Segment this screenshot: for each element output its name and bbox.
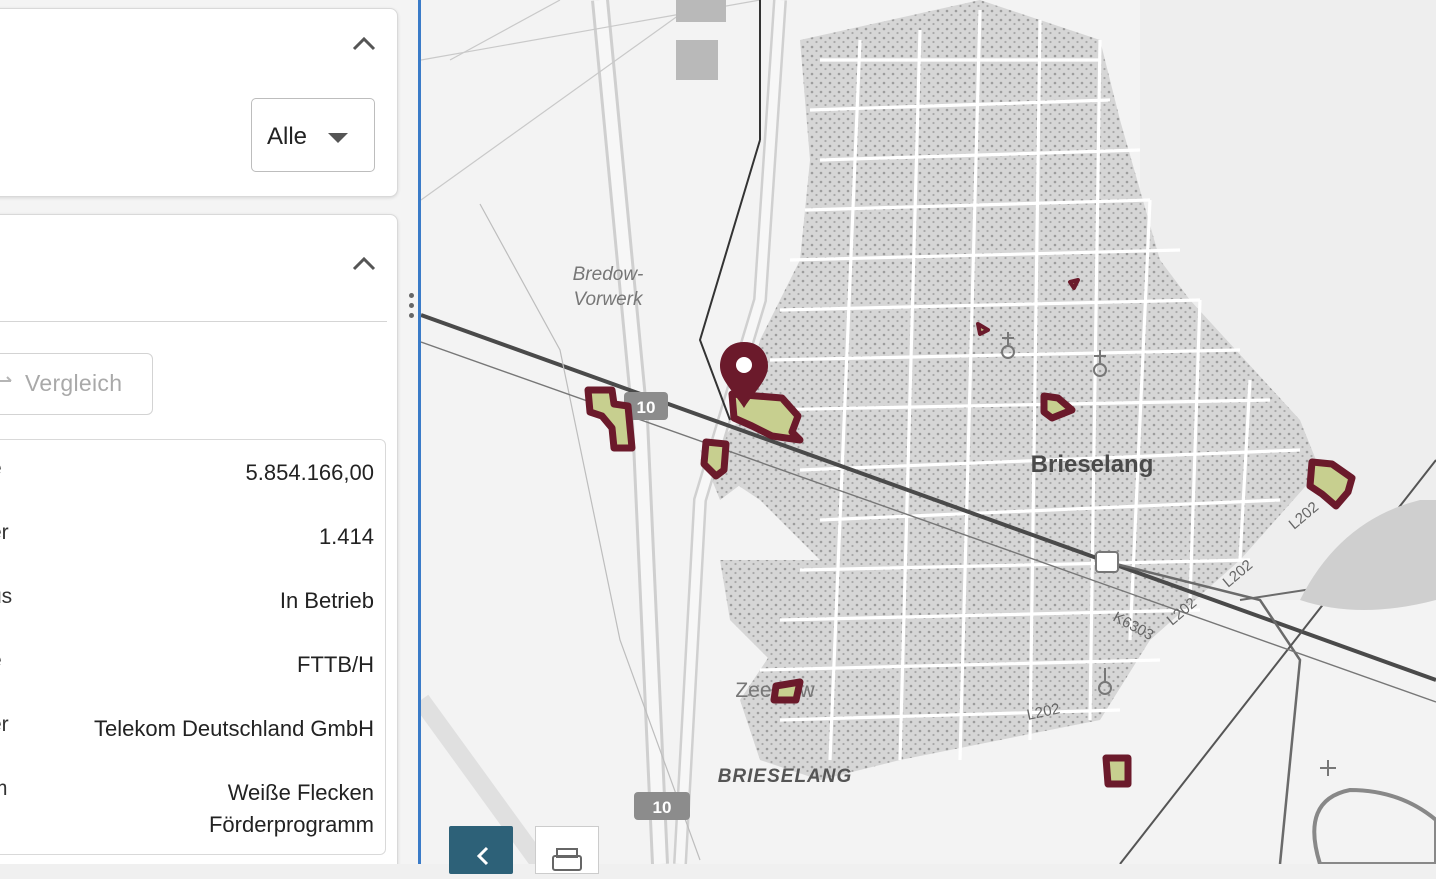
row-value: Weiße Flecken [227, 780, 374, 805]
place-label-vorwerk: Vorwerk [574, 289, 644, 310]
row-key: er [0, 521, 9, 544]
row-key: m [0, 777, 8, 801]
chevron-up-icon[interactable] [349, 249, 379, 279]
row-value: In Betrieb [279, 588, 374, 613]
collapse-panel-button[interactable] [449, 826, 513, 874]
svg-text:10: 10 [637, 398, 656, 417]
row-key: e [0, 649, 2, 673]
row-value: FTTB/H [297, 652, 374, 677]
funding-area[interactable] [1068, 278, 1080, 290]
table-row: us In Betrieb [0, 585, 382, 625]
funding-area[interactable] [1102, 754, 1132, 788]
row-key: us [0, 585, 13, 608]
details-table: e 5.854.166,00 er 1.414 us In Betrieb e … [0, 439, 386, 855]
divider [0, 321, 387, 322]
place-label-brieselang: Brieselang [1031, 451, 1154, 478]
funding-area[interactable] [770, 678, 804, 704]
building [676, 0, 726, 22]
chevron-up-icon[interactable] [349, 29, 379, 59]
table-row: er Telekom Deutschland GmbH [0, 713, 382, 753]
row-key: e [0, 457, 2, 481]
table-row: e FTTB/H [0, 649, 382, 689]
chevron-left-icon [476, 846, 489, 866]
table-row: er 1.414 [0, 521, 382, 561]
row-value: 5.854.166,00 [245, 460, 374, 485]
funding-area[interactable] [700, 438, 730, 480]
table-row: e 5.854.166,00 [0, 457, 382, 497]
print-button[interactable] [535, 826, 599, 874]
details-card: Vergleich e 5.854.166,00 er 1.414 us In … [0, 214, 398, 864]
row-value: 1.414 [318, 524, 374, 549]
printer-icon [552, 848, 582, 871]
drag-handle-icon[interactable] [406, 290, 416, 326]
filter-select-value: Alle [267, 123, 308, 150]
compare-label: Vergleich [25, 370, 123, 396]
svg-text:10: 10 [653, 798, 672, 817]
table-row: m Weiße Flecken Förderprogramm [0, 777, 382, 849]
side-panel: Alle Vergleich e 5.854.166,00 er 1.414 [0, 0, 418, 864]
building [676, 40, 718, 80]
filter-card: Alle [0, 8, 398, 197]
place-label-brieselang-municipality: BRIESELANG [718, 766, 853, 787]
compare-arrows-icon [0, 376, 12, 382]
compare-button[interactable]: Vergleich [0, 353, 153, 415]
row-value-continued: Förderprogramm [208, 812, 374, 837]
road-shield: 10 [634, 792, 690, 820]
map-canvas[interactable]: 10 10 Bredow- Vorwerk Brieselang BRIESEL… [421, 0, 1436, 864]
caret-down-icon [328, 133, 348, 143]
map-view[interactable]: 10 10 Bredow- Vorwerk Brieselang BRIESEL… [421, 0, 1436, 864]
row-key: er [0, 713, 9, 736]
row-value: Telekom Deutschland GmbH [93, 716, 374, 741]
place-label-bredow: Bredow- [573, 264, 644, 285]
filter-select[interactable]: Alle [251, 98, 375, 172]
